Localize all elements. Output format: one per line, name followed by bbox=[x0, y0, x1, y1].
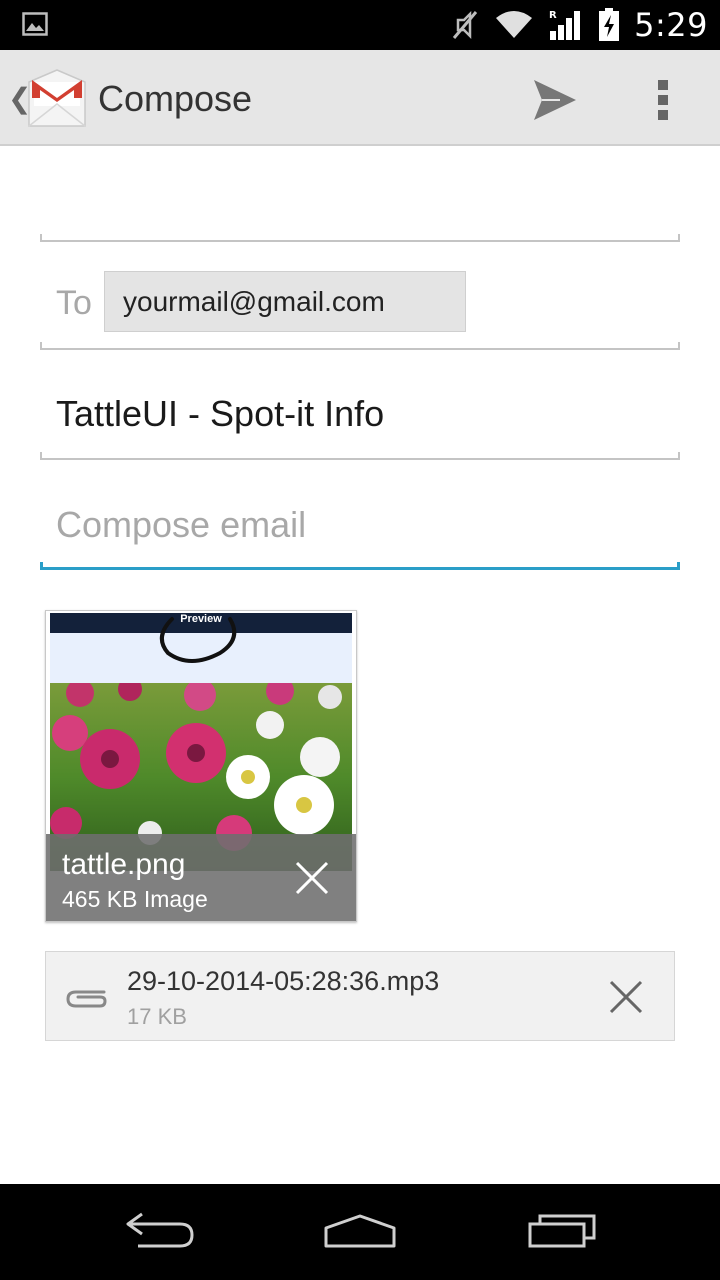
to-label: To bbox=[56, 284, 92, 322]
subject-field[interactable]: TattleUI - Spot-it Info bbox=[56, 393, 384, 435]
from-field[interactable] bbox=[40, 234, 680, 242]
image-attachment[interactable]: Preview tattle.png 465 KB Image bbox=[45, 610, 357, 922]
gallery-icon bbox=[22, 12, 48, 36]
image-file-size: 465 KB Image bbox=[62, 886, 208, 912]
battery-charging-icon bbox=[599, 8, 620, 41]
back-icon[interactable] bbox=[120, 1206, 200, 1256]
page-title: Compose bbox=[98, 78, 253, 119]
send-button[interactable] bbox=[526, 72, 582, 128]
action-bar: ❮ Compose bbox=[0, 50, 720, 146]
paperclip-icon bbox=[66, 990, 107, 1008]
svg-text:R: R bbox=[549, 10, 557, 21]
status-bar: R 5:29 bbox=[0, 0, 720, 50]
mute-icon bbox=[452, 10, 478, 40]
subject-field-underline[interactable] bbox=[40, 452, 680, 460]
signal-icon: R bbox=[549, 10, 581, 40]
compose-body-underline[interactable] bbox=[40, 562, 680, 570]
gmail-icon[interactable] bbox=[26, 68, 88, 130]
wifi-icon bbox=[496, 11, 533, 38]
navigation-bar bbox=[0, 1184, 720, 1280]
recent-apps-icon[interactable] bbox=[522, 1206, 602, 1256]
clock: 5:29 bbox=[634, 6, 708, 44]
recipient-chip[interactable]: yourmail@gmail.com bbox=[104, 271, 466, 332]
compose-body-field[interactable]: Compose email bbox=[56, 504, 306, 546]
remove-file-attachment-button[interactable] bbox=[608, 979, 644, 1015]
compose-screen: R 5:29 ❮ Compose To yourmail@gmail.com T… bbox=[0, 0, 720, 1280]
attachment-info-overlay: tattle.png 465 KB Image bbox=[46, 834, 356, 921]
home-icon[interactable] bbox=[320, 1206, 400, 1256]
remove-image-attachment-button[interactable] bbox=[294, 860, 330, 896]
image-file-name: tattle.png bbox=[62, 848, 186, 881]
overflow-menu-button[interactable] bbox=[646, 72, 682, 128]
scribble-mark bbox=[160, 617, 237, 663]
audio-file-name: 29-10-2014-05:28:36.mp3 bbox=[127, 966, 440, 996]
audio-file-size: 17 KB bbox=[127, 1004, 187, 1029]
to-field-underline[interactable] bbox=[40, 342, 680, 350]
file-attachment[interactable]: 29-10-2014-05:28:36.mp3 17 KB bbox=[45, 951, 675, 1041]
status-icons: R 5:29 bbox=[450, 0, 708, 50]
